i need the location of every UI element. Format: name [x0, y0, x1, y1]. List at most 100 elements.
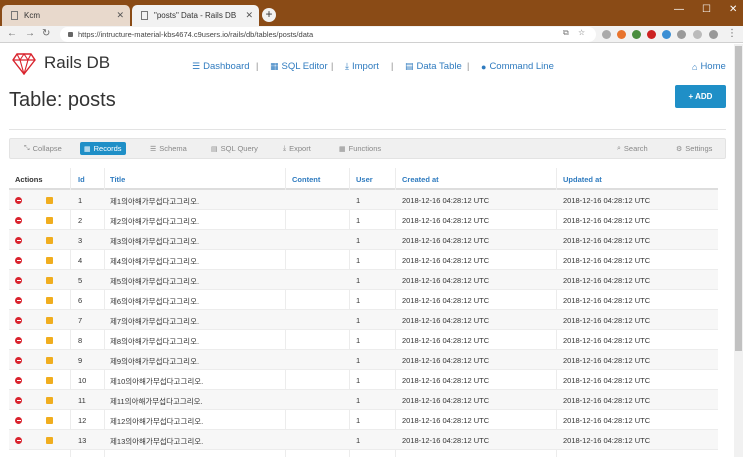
settings-button[interactable]: ⚙ Settings	[672, 142, 716, 155]
delete-icon[interactable]	[15, 257, 22, 264]
cell-title: 제5의아해가무섭다고그리오.	[110, 277, 200, 286]
delete-icon[interactable]	[15, 437, 22, 444]
functions-tab[interactable]: ▦ Functions	[335, 142, 385, 155]
edit-icon[interactable]	[46, 357, 53, 364]
delete-icon[interactable]	[15, 217, 22, 224]
add-record-button[interactable]: + ADD	[675, 85, 726, 108]
back-icon[interactable]: ←	[7, 28, 17, 39]
delete-icon[interactable]	[15, 417, 22, 424]
menu-kebab-icon[interactable]: ⋮	[727, 28, 737, 39]
delete-icon[interactable]	[15, 397, 22, 404]
maximize-icon[interactable]: ☐	[702, 4, 711, 15]
cell-updated-at: 2018-12-16 04:28:12 UTC	[563, 196, 651, 205]
minimize-icon[interactable]: —	[674, 4, 684, 15]
cell-title: 제12의아해가무섭다고그리오.	[110, 417, 204, 426]
cell-title: 제6의아해가무섭다고그리오.	[110, 297, 200, 306]
column-header-content[interactable]: Content	[292, 175, 320, 184]
nav-label: Command Line	[489, 61, 554, 72]
edit-icon[interactable]	[46, 257, 53, 264]
delete-icon[interactable]	[15, 197, 22, 204]
nav-dashboard[interactable]: ☰ Dashboard	[192, 61, 250, 72]
edit-icon[interactable]	[46, 337, 53, 344]
cell-title: 제1의아해가무섭다고그리오.	[110, 197, 200, 206]
page-scrollbar[interactable]	[734, 44, 743, 457]
edit-icon[interactable]	[46, 417, 53, 424]
new-tab-button[interactable]: +	[262, 8, 276, 22]
delete-icon[interactable]	[15, 297, 22, 304]
sql-query-tab[interactable]: ▤ SQL Query	[207, 142, 262, 155]
button-label: Functions	[348, 144, 382, 153]
nav-data-table[interactable]: ▤ Data Table	[405, 61, 462, 72]
cell-user: 1	[356, 276, 361, 285]
close-tab-icon[interactable]: ✕	[116, 10, 124, 21]
edit-icon[interactable]	[46, 377, 53, 384]
extension-icon[interactable]	[662, 30, 671, 39]
bookmark-star-icon[interactable]: ☆	[578, 28, 585, 37]
edit-icon[interactable]	[46, 237, 53, 244]
list-icon: ☰	[192, 61, 201, 71]
delete-icon[interactable]	[15, 357, 22, 364]
cell-title: 제10의아해가무섭다고그리오.	[110, 377, 204, 386]
delete-icon[interactable]	[15, 377, 22, 384]
table-row: 3 제3의아해가무섭다고그리오. 1 2018-12-16 04:28:12 UTC 2…	[9, 230, 718, 250]
cell-updated-at: 2018-12-16 04:28:12 UTC	[563, 436, 651, 445]
extension-icon[interactable]	[647, 30, 656, 39]
forward-icon[interactable]: →	[25, 28, 35, 39]
page-icon	[11, 11, 18, 20]
column-header-created-at[interactable]: Created at	[402, 175, 439, 184]
records-tab[interactable]: ▦ Records	[80, 142, 126, 155]
cell-user: 1	[356, 216, 361, 225]
reload-icon[interactable]: ↻	[42, 28, 50, 39]
button-label: Records	[93, 144, 122, 153]
column-header-updated-at[interactable]: Updated at	[563, 175, 602, 184]
brand-name[interactable]: Rails DB	[44, 53, 110, 73]
cell-created-at: 2018-12-16 04:28:12 UTC	[402, 296, 490, 305]
nav-sql-editor[interactable]: ▦ SQL Editor	[270, 61, 328, 72]
cell-title: 제3의아해가무섭다고그리오.	[110, 237, 200, 246]
close-window-icon[interactable]: ✕	[729, 4, 737, 15]
cell-updated-at: 2018-12-16 04:28:12 UTC	[563, 296, 651, 305]
cell-title: 제9의아해가무섭다고그리오.	[110, 357, 200, 366]
schema-tab[interactable]: ☰ Schema	[146, 142, 191, 155]
tab-posts-data[interactable]: "posts" Data - Rails DB ✕	[132, 5, 259, 26]
delete-icon[interactable]	[15, 317, 22, 324]
edit-icon[interactable]	[46, 217, 53, 224]
edit-icon[interactable]	[46, 317, 53, 324]
close-tab-icon[interactable]: ✕	[245, 10, 253, 21]
edit-icon[interactable]	[46, 397, 53, 404]
edit-icon[interactable]	[46, 197, 53, 204]
edit-icon[interactable]	[46, 297, 53, 304]
nav-import[interactable]: ⤓ Import	[345, 61, 379, 72]
translate-icon[interactable]: ⧉	[563, 28, 569, 38]
button-label: Search	[623, 144, 648, 153]
extension-icon[interactable]	[693, 30, 702, 39]
column-header-title[interactable]: Title	[110, 175, 125, 184]
column-header-id[interactable]: Id	[78, 175, 85, 184]
extension-icon[interactable]	[632, 30, 641, 39]
cell-id: 1	[78, 196, 83, 205]
scrollbar-thumb[interactable]	[735, 46, 742, 351]
extension-icon[interactable]	[602, 30, 611, 39]
button-label: Settings	[685, 144, 713, 153]
delete-icon[interactable]	[15, 337, 22, 344]
nav-home[interactable]: ⌂ Home	[692, 61, 726, 72]
collapse-button[interactable]: ⤡ Collapse	[20, 142, 66, 155]
cell-created-at: 2018-12-16 04:28:12 UTC	[402, 376, 490, 385]
search-button[interactable]: ⌕ Search	[613, 142, 652, 155]
column-header-user[interactable]: User	[356, 175, 373, 184]
nav-command-line[interactable]: ● Command Line	[481, 61, 554, 72]
address-bar[interactable]: https://intructure-material-kbs4674.c9us…	[60, 27, 596, 42]
delete-icon[interactable]	[15, 277, 22, 284]
edit-icon[interactable]	[46, 277, 53, 284]
tab-kcm[interactable]: Kcm ✕	[2, 5, 130, 26]
profile-icon[interactable]	[709, 30, 718, 39]
nav-separator: |	[331, 61, 334, 71]
delete-icon[interactable]	[15, 237, 22, 244]
cell-id: 13	[78, 436, 87, 445]
cell-created-at: 2018-12-16 04:28:12 UTC	[402, 216, 490, 225]
extension-icon[interactable]	[677, 30, 686, 39]
edit-icon[interactable]	[46, 437, 53, 444]
export-tab[interactable]: ⤓ Export	[279, 142, 315, 155]
extension-icon[interactable]	[617, 30, 626, 39]
cell-created-at: 2018-12-16 04:28:12 UTC	[402, 356, 490, 365]
